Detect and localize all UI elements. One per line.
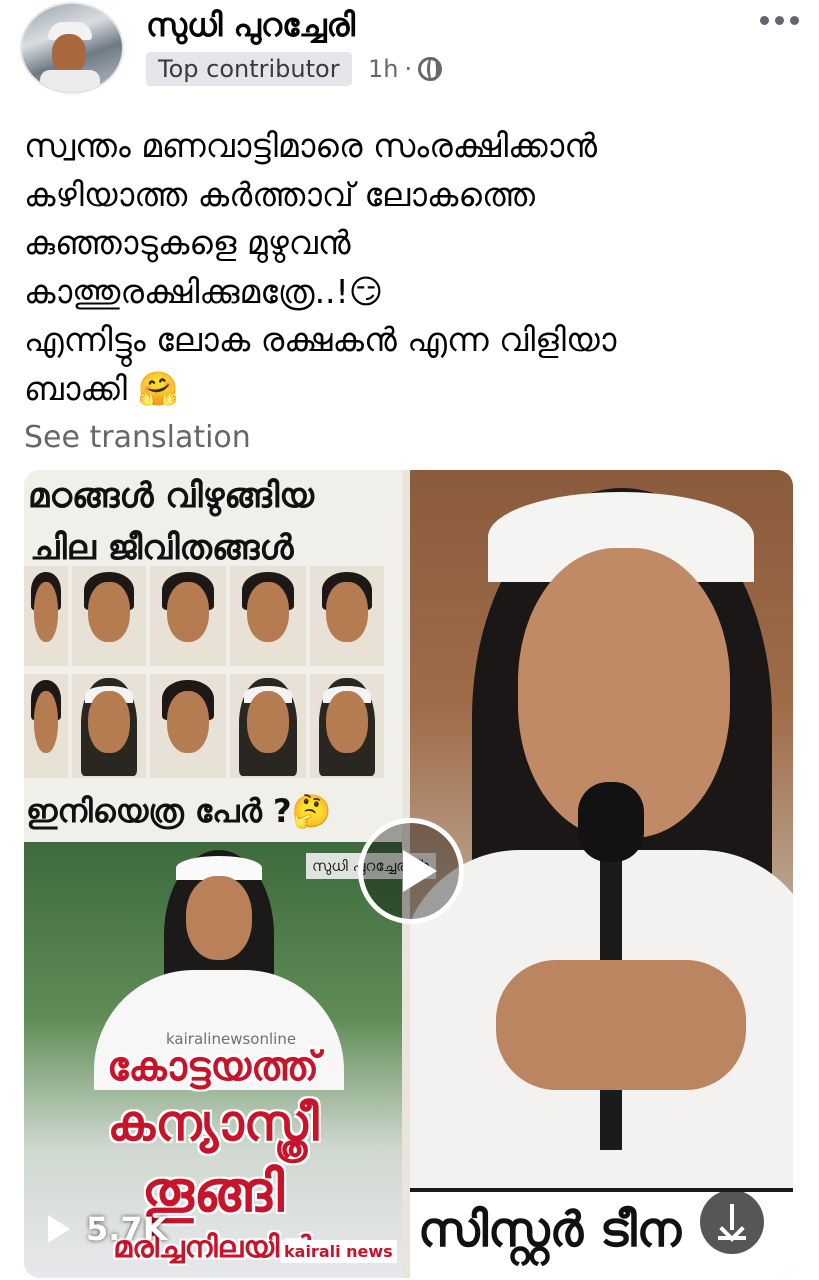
microphone: [578, 782, 644, 862]
play-icon[interactable]: [358, 818, 464, 924]
post-text-line: കാത്തുരക്ഷിക്കുമത്രേ..!😏: [24, 271, 384, 311]
headline-line2: കന്യാസ്ത്രീ: [107, 1094, 319, 1152]
right-video-frame: സിസ്റ്റർ ടീന: [410, 470, 793, 1278]
view-count: 5.7K: [48, 1210, 167, 1248]
play-count-icon: [48, 1215, 70, 1243]
more-dot: [760, 16, 769, 25]
post-text: സ്വന്തം മണവാട്ടിമാരെ സംരക്ഷിക്കാൻ കഴിയാത…: [24, 122, 804, 413]
more-dot: [775, 16, 784, 25]
post-text-line: കുഞ്ഞാടുകളെ മുഴുവൻ: [24, 223, 351, 262]
portrait-photo: [150, 566, 226, 666]
top-contributor-badge: Top contributor: [146, 52, 352, 86]
portrait-photo: [230, 566, 306, 666]
portrait-photo: [72, 674, 146, 778]
author-name[interactable]: സുധി പുറച്ചേരി: [146, 6, 355, 45]
post-text-line: ബാക്കി 🤗: [24, 368, 179, 408]
portrait-grid: [24, 566, 402, 778]
avatar-face: [52, 34, 86, 74]
nun-portrait: [94, 850, 344, 1090]
post-text-line: സ്വന്തം മണവാട്ടിമാരെ സംരക്ഷിക്കാൻ: [24, 126, 598, 165]
portrait-photo: [150, 674, 226, 778]
post-time[interactable]: 1h: [368, 55, 398, 83]
meta-separator: ·: [404, 55, 413, 83]
portrait-photo: [24, 674, 68, 778]
author-avatar[interactable]: [20, 2, 124, 94]
speaker-caption: സിസ്റ്റർ ടീന: [418, 1202, 682, 1258]
post-header: സുധി പുറച്ചേരി Top contributor 1h ·: [0, 0, 819, 110]
portrait-photo: [24, 566, 68, 666]
post-text-line: കഴിയാത്ത കർത്താവ് ലോകത്തെ: [24, 174, 535, 214]
see-translation-link[interactable]: See translation: [24, 420, 251, 455]
portrait-photo: [230, 674, 306, 778]
download-icon-base: [718, 1236, 746, 1240]
portrait-photo: [310, 674, 384, 778]
kairali-news-logo: kairali news: [280, 1240, 397, 1263]
more-options-icon[interactable]: [760, 16, 799, 25]
collage-title-line1: മഠങ്ങൾ വിഴുങ്ങിയ: [28, 476, 314, 516]
download-icon[interactable]: [700, 1190, 764, 1254]
post-text-line: എന്നിട്ടും ലോക രക്ഷകൻ എന്ന വിളിയാ: [24, 320, 617, 359]
avatar-shirt: [40, 70, 100, 92]
headline-line1: കോട്ടയത്ത്: [107, 1044, 319, 1090]
speaker-hands: [496, 960, 746, 1090]
post-meta: 1h ·: [368, 52, 443, 86]
collage-title-line2: ചില ജീവിതങ്ങൾ: [30, 528, 294, 568]
view-count-value: 5.7K: [86, 1210, 168, 1248]
portrait-photo: [72, 566, 146, 666]
video-media[interactable]: മഠങ്ങൾ വിഴുങ്ങിയ ചില ജീവിതങ്ങൾ ഇനിയെത്ര …: [24, 470, 793, 1278]
globe-icon: [418, 57, 443, 81]
collage-question: ഇനിയെത്ര പേർ ?🤔: [26, 792, 332, 830]
portrait-photo: [310, 566, 384, 666]
more-dot: [790, 16, 799, 25]
